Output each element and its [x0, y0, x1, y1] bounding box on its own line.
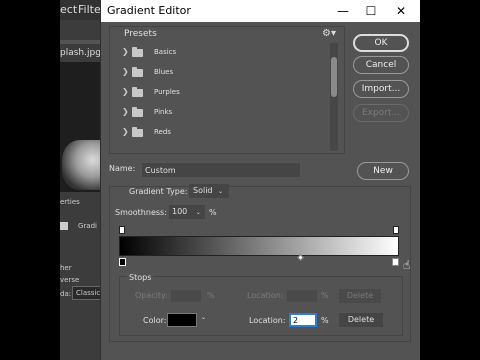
new-button[interactable]: New: [357, 162, 409, 180]
cancel-button[interactable]: Cancel: [353, 56, 409, 74]
preset-label: Blues: [154, 68, 174, 76]
smoothness-value: 100: [172, 207, 188, 216]
folder-icon: [132, 127, 143, 137]
preset-folder-reds[interactable]: ❯ Reds: [120, 123, 330, 143]
dither-label: her: [60, 264, 72, 272]
color-stop-right[interactable]: [392, 258, 399, 266]
opacity-location-label: Location:: [247, 291, 284, 300]
gradient-label: Gradi: [78, 222, 97, 230]
gradient-type-value: Solid: [193, 186, 213, 195]
folder-icon: [132, 47, 143, 57]
photo-image: [62, 140, 102, 190]
chevron-right-icon[interactable]: ❯: [122, 47, 129, 56]
chevron-down-icon: ⌄: [195, 209, 201, 216]
folder-icon: [132, 107, 143, 117]
document-tab[interactable]: plash.jpg @: [60, 44, 102, 62]
reverse-label: verse: [60, 276, 80, 284]
preset-folder-blues[interactable]: ❯ Blues: [120, 63, 330, 83]
preset-label: Purples: [154, 88, 180, 96]
layer-mask-icon: [60, 222, 68, 230]
presets-panel: Presets ⚙▾ ❯ Basics ❯ Blues ❯ Purples ❯ …: [109, 26, 345, 154]
smoothness-input[interactable]: 100 ⌄: [169, 205, 205, 219]
gradient-editor-dialog: Gradient Editor — ☐ ✕ Presets ⚙▾ ❯ Basic…: [100, 0, 420, 360]
preset-label: Basics: [154, 48, 177, 56]
chevron-right-icon[interactable]: ❯: [122, 67, 129, 76]
ps-options-bar: [60, 20, 102, 40]
menu-select[interactable]: ect: [60, 3, 77, 16]
chevron-down-icon[interactable]: ⌄: [201, 314, 206, 321]
smoothness-label: Smoothness:: [115, 208, 167, 217]
color-delete-button[interactable]: Delete: [339, 313, 383, 327]
opacity-delete-button[interactable]: Delete: [339, 289, 381, 303]
presets-heading: Presets: [124, 29, 157, 39]
import-button[interactable]: Import...: [353, 80, 409, 98]
opacity-stop-right[interactable]: [393, 226, 399, 234]
chevron-right-icon[interactable]: ❯: [122, 127, 129, 136]
smoothness-unit: %: [209, 208, 217, 217]
hand-cursor-icon: ☝: [403, 258, 411, 272]
folder-icon: [132, 67, 143, 77]
preset-folder-basics[interactable]: ❯ Basics: [120, 43, 330, 63]
preset-label: Pinks: [154, 108, 173, 116]
presets-scroll-thumb[interactable]: [331, 57, 337, 97]
preset-folder-purples[interactable]: ❯ Purples: [120, 83, 330, 103]
name-input[interactable]: Custom: [141, 162, 301, 178]
name-label: Name:: [109, 164, 136, 173]
gear-icon[interactable]: ⚙▾: [322, 28, 336, 39]
gradient-type-select[interactable]: Solid ⌄: [189, 184, 229, 198]
close-button[interactable]: ✕: [389, 2, 413, 20]
properties-panel: erties Gradi her verse da: Classic: [60, 192, 105, 360]
document-canvas[interactable]: [60, 62, 102, 192]
gradient-bar[interactable]: [119, 236, 399, 256]
panel-tab-properties[interactable]: erties: [60, 198, 80, 206]
method-label: da:: [60, 290, 72, 298]
stops-heading: Stops: [127, 273, 154, 282]
chevron-right-icon[interactable]: ❯: [122, 87, 129, 96]
chevron-right-icon[interactable]: ❯: [122, 107, 129, 116]
stops-group: [119, 276, 403, 336]
gradient-type-label: Gradient Type:: [129, 187, 188, 196]
minimize-button[interactable]: —: [331, 2, 355, 20]
color-location-unit: %: [321, 316, 329, 325]
opacity-location-input[interactable]: [287, 290, 317, 302]
color-location-input[interactable]: 2: [289, 313, 317, 327]
opacity-location-unit: %: [321, 291, 329, 300]
screen: ect Filter plash.jpg @ erties Gradi her …: [60, 0, 420, 360]
color-location-label: Location:: [249, 316, 286, 325]
preset-list: ❯ Basics ❯ Blues ❯ Purples ❯ Pinks ❯ Red…: [120, 43, 336, 151]
ok-button[interactable]: OK: [353, 34, 409, 52]
dialog-title: Gradient Editor: [107, 4, 191, 17]
folder-icon: [132, 87, 143, 97]
chevron-down-icon: ⌄: [218, 188, 224, 195]
opacity-stop-left[interactable]: [119, 226, 125, 234]
color-swatch[interactable]: [167, 313, 197, 327]
maximize-button[interactable]: ☐: [359, 2, 383, 20]
export-button[interactable]: Export...: [353, 104, 409, 122]
preset-folder-pinks[interactable]: ❯ Pinks: [120, 103, 330, 123]
opacity-input[interactable]: [171, 290, 201, 302]
color-label: Color:: [143, 316, 167, 325]
opacity-label: Opacity:: [135, 291, 168, 300]
dialog-titlebar[interactable]: Gradient Editor — ☐ ✕: [101, 0, 420, 22]
preset-label: Reds: [154, 128, 171, 136]
opacity-unit: %: [207, 291, 215, 300]
color-stop-left[interactable]: [119, 258, 126, 266]
